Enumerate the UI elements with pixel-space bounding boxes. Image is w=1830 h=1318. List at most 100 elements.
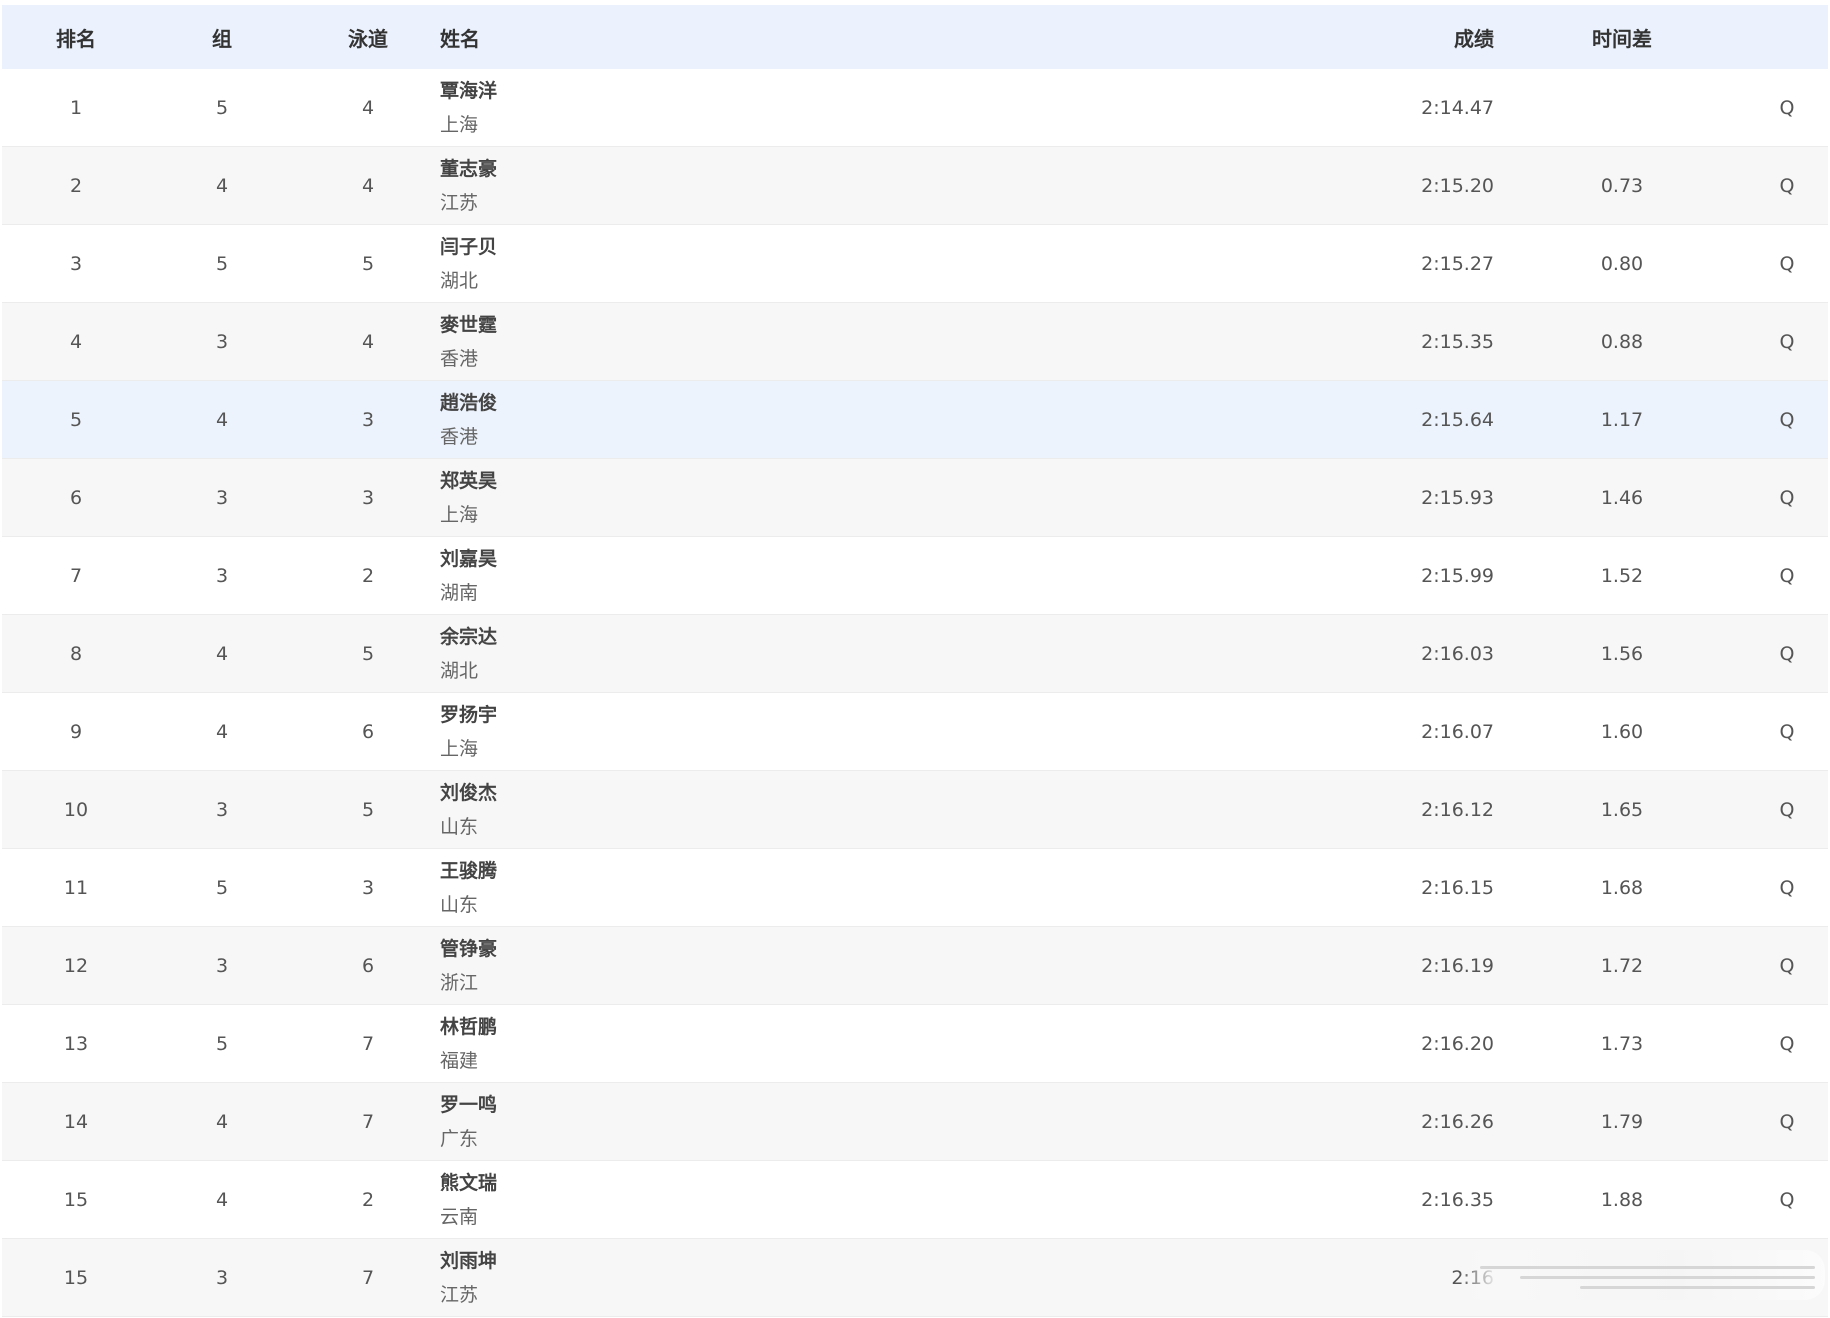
header-time[interactable]: 成绩	[1342, 5, 1494, 69]
gap-cell: 1.79	[1600, 1110, 1644, 1133]
rank-cell: 12	[63, 954, 89, 977]
time-cell: 2:15.20	[1421, 174, 1494, 197]
athlete-name[interactable]: 管铮豪	[440, 932, 497, 966]
name-cell: 王骏腾 山东	[440, 849, 940, 926]
table-row[interactable]: 8 4 5 余宗达 湖北 2:16.03 1.56 Q	[2, 615, 1828, 693]
time-cell: 2:15.35	[1421, 330, 1494, 353]
table-row[interactable]: 3 5 5 闫子贝 湖北 2:15.27 0.80 Q	[2, 225, 1828, 303]
athlete-name[interactable]: 林哲鹏	[440, 1010, 497, 1044]
heat-cell: 3	[215, 1266, 229, 1289]
athlete-name[interactable]: 麥世霆	[440, 308, 497, 342]
table-header: 排名 组 泳道 姓名 成绩 时间差	[2, 5, 1828, 69]
athlete-name[interactable]: 熊文瑞	[440, 1166, 497, 1200]
lane-cell: 5	[361, 798, 375, 821]
rank-cell: 11	[63, 876, 89, 899]
gap-cell: 1.68	[1600, 876, 1644, 899]
table-row[interactable]: 10 3 5 刘俊杰 山东 2:16.12 1.65 Q	[2, 771, 1828, 849]
team-name: 上海	[440, 737, 479, 760]
header-gap[interactable]: 时间差	[1562, 5, 1682, 69]
athlete-name[interactable]: 刘嘉昊	[440, 542, 497, 576]
heat-cell: 3	[215, 486, 229, 509]
team-name: 香港	[440, 425, 479, 448]
name-cell: 郑英昊 上海	[440, 459, 940, 536]
table-row[interactable]: 1 5 4 覃海洋 上海 2:14.47 Q	[2, 69, 1828, 147]
rank-cell: 13	[63, 1032, 89, 1055]
athlete-name[interactable]: 罗一鸣	[440, 1088, 497, 1122]
gap-cell: 1.17	[1600, 408, 1644, 431]
lane-cell: 3	[361, 486, 375, 509]
athlete-name[interactable]: 余宗达	[440, 620, 497, 654]
qualified-badge: Q	[1779, 720, 1795, 743]
qualified-badge: Q	[1779, 564, 1795, 587]
table-row[interactable]: 2 4 4 董志豪 江苏 2:15.20 0.73 Q	[2, 147, 1828, 225]
qualified-badge: Q	[1779, 252, 1795, 275]
heat-cell: 4	[215, 1110, 229, 1133]
header-rank[interactable]: 排名	[16, 5, 136, 69]
team-name: 山东	[440, 815, 479, 838]
table-row[interactable]: 11 5 3 王骏腾 山东 2:16.15 1.68 Q	[2, 849, 1828, 927]
table-row[interactable]: 4 3 4 麥世霆 香港 2:15.35 0.88 Q	[2, 303, 1828, 381]
time-cell: 2:16.15	[1421, 876, 1494, 899]
time-cell: 2:15.99	[1421, 564, 1494, 587]
athlete-name[interactable]: 罗扬宇	[440, 698, 497, 732]
qualified-badge: Q	[1779, 1110, 1795, 1133]
header-name[interactable]: 姓名	[440, 5, 940, 69]
header-lane[interactable]: 泳道	[308, 5, 428, 69]
time-cell: 2:16.19	[1421, 954, 1494, 977]
athlete-name[interactable]: 董志豪	[440, 152, 497, 186]
team-name: 广东	[440, 1127, 479, 1150]
heat-cell: 3	[215, 798, 229, 821]
table-row[interactable]: 6 3 3 郑英昊 上海 2:15.93 1.46 Q	[2, 459, 1828, 537]
table-row[interactable]: 7 3 2 刘嘉昊 湖南 2:15.99 1.52 Q	[2, 537, 1828, 615]
time-cell: 2:15.27	[1421, 252, 1494, 275]
athlete-name[interactable]: 闫子贝	[440, 230, 497, 264]
table-row[interactable]: 15 3 7 刘雨坤 江苏 2:16	[2, 1239, 1828, 1317]
team-name: 湖南	[440, 581, 479, 604]
gap-cell: 1.73	[1600, 1032, 1644, 1055]
rank-cell: 2	[69, 174, 83, 197]
qualified-badge: Q	[1779, 96, 1795, 119]
table-row[interactable]: 5 4 3 趙浩俊 香港 2:15.64 1.17 Q	[2, 381, 1828, 459]
name-cell: 覃海洋 上海	[440, 69, 940, 146]
qualified-badge: Q	[1779, 174, 1795, 197]
heat-cell: 5	[215, 96, 229, 119]
qualified-badge: Q	[1779, 642, 1795, 665]
athlete-name[interactable]: 覃海洋	[440, 74, 497, 108]
name-cell: 罗一鸣 广东	[440, 1083, 940, 1160]
athlete-name[interactable]: 趙浩俊	[440, 386, 497, 420]
time-cell: 2:16.20	[1421, 1032, 1494, 1055]
rank-cell: 15	[63, 1188, 89, 1211]
gap-cell: 0.88	[1600, 330, 1644, 353]
table-row[interactable]: 9 4 6 罗扬宇 上海 2:16.07 1.60 Q	[2, 693, 1828, 771]
athlete-name[interactable]: 王骏腾	[440, 854, 497, 888]
lane-cell: 6	[361, 720, 375, 743]
lane-cell: 2	[361, 564, 375, 587]
lane-cell: 5	[361, 252, 375, 275]
athlete-name[interactable]: 郑英昊	[440, 464, 497, 498]
team-name: 云南	[440, 1205, 479, 1228]
team-name: 湖北	[440, 269, 479, 292]
athlete-name[interactable]: 刘俊杰	[440, 776, 497, 810]
team-name: 上海	[440, 503, 479, 526]
time-cell: 2:15.64	[1421, 408, 1494, 431]
lane-cell: 3	[361, 408, 375, 431]
qualified-badge: Q	[1779, 330, 1795, 353]
rank-cell: 6	[69, 486, 83, 509]
name-cell: 刘雨坤 江苏	[440, 1239, 940, 1316]
heat-cell: 4	[215, 720, 229, 743]
qualified-badge: Q	[1779, 798, 1795, 821]
gap-cell: 0.80	[1600, 252, 1644, 275]
time-cell: 2:16.12	[1421, 798, 1494, 821]
name-cell: 董志豪 江苏	[440, 147, 940, 224]
table-row[interactable]: 12 3 6 管铮豪 浙江 2:16.19 1.72 Q	[2, 927, 1828, 1005]
heat-cell: 3	[215, 564, 229, 587]
qualified-badge: Q	[1779, 486, 1795, 509]
table-row[interactable]: 15 4 2 熊文瑞 云南 2:16.35 1.88 Q	[2, 1161, 1828, 1239]
lane-cell: 6	[361, 954, 375, 977]
lane-cell: 4	[361, 330, 375, 353]
table-row[interactable]: 13 5 7 林哲鹏 福建 2:16.20 1.73 Q	[2, 1005, 1828, 1083]
gap-cell	[1562, 69, 1682, 146]
table-row[interactable]: 14 4 7 罗一鸣 广东 2:16.26 1.79 Q	[2, 1083, 1828, 1161]
header-heat[interactable]: 组	[162, 5, 282, 69]
athlete-name[interactable]: 刘雨坤	[440, 1244, 497, 1278]
